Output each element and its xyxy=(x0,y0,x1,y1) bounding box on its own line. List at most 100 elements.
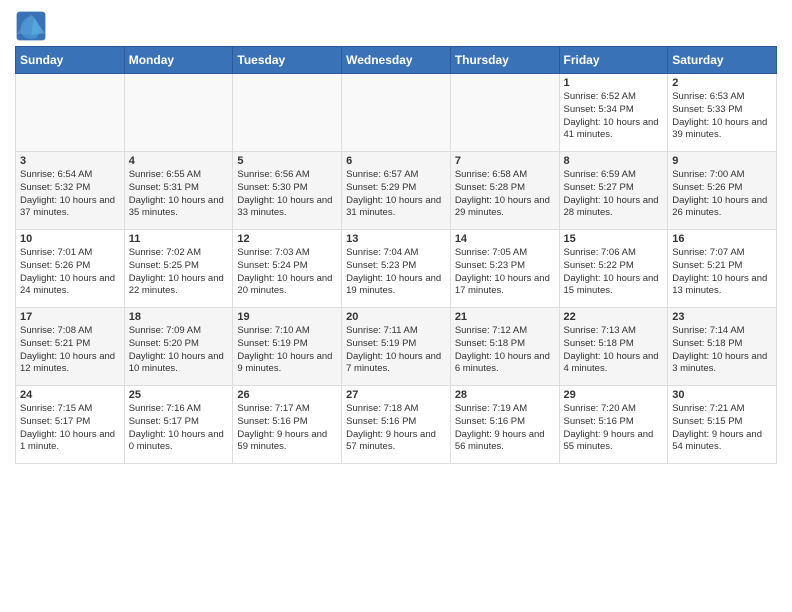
calendar-cell: 26 Sunrise: 7:17 AMSunset: 5:16 PMDayligh… xyxy=(233,386,342,464)
header-cell-sunday: Sunday xyxy=(16,47,125,74)
day-number: 8 xyxy=(564,155,664,167)
calendar-body: 1 Sunrise: 6:52 AMSunset: 5:34 PMDaylight… xyxy=(16,74,777,464)
day-number: 19 xyxy=(237,311,337,323)
day-info: Sunrise: 7:09 AMSunset: 5:20 PMDaylight:… xyxy=(129,325,224,374)
week-row-1: 1 Sunrise: 6:52 AMSunset: 5:34 PMDaylight… xyxy=(16,74,777,152)
calendar-cell: 29 Sunrise: 7:20 AMSunset: 5:16 PMDayligh… xyxy=(559,386,668,464)
logo-icon xyxy=(15,10,47,42)
day-info: Sunrise: 7:18 AMSunset: 5:16 PMDaylight:… xyxy=(346,403,436,452)
day-number: 17 xyxy=(20,311,120,323)
calendar-cell: 28 Sunrise: 7:19 AMSunset: 5:16 PMDayligh… xyxy=(450,386,559,464)
day-info: Sunrise: 7:06 AMSunset: 5:22 PMDaylight:… xyxy=(564,247,659,296)
calendar-cell: 9Sunrise: 7:00 AMSunset: 5:26 PMDaylight… xyxy=(668,152,777,230)
header-cell-tuesday: Tuesday xyxy=(233,47,342,74)
calendar-cell: 6 Sunrise: 6:57 AMSunset: 5:29 PMDaylight… xyxy=(342,152,451,230)
calendar-cell: 18 Sunrise: 7:09 AMSunset: 5:20 PMDayligh… xyxy=(124,308,233,386)
day-info: Sunrise: 6:52 AMSunset: 5:34 PMDaylight:… xyxy=(564,91,659,140)
day-number: 13 xyxy=(346,233,446,245)
calendar-cell: 5Sunrise: 6:56 AMSunset: 5:30 PMDaylight… xyxy=(233,152,342,230)
day-info: Sunrise: 7:20 AMSunset: 5:16 PMDaylight:… xyxy=(564,403,654,452)
day-info: Sunrise: 7:14 AMSunset: 5:18 PMDaylight:… xyxy=(672,325,767,374)
calendar-cell xyxy=(16,74,125,152)
day-info: Sunrise: 7:11 AMSunset: 5:19 PMDaylight:… xyxy=(346,325,441,374)
day-number: 3 xyxy=(20,155,120,167)
day-info: Sunrise: 7:15 AMSunset: 5:17 PMDaylight:… xyxy=(20,403,115,452)
day-number: 12 xyxy=(237,233,337,245)
day-number: 21 xyxy=(455,311,555,323)
day-info: Sunrise: 7:08 AMSunset: 5:21 PMDaylight:… xyxy=(20,325,115,374)
day-number: 26 xyxy=(237,389,337,401)
day-info: Sunrise: 6:58 AMSunset: 5:28 PMDaylight:… xyxy=(455,169,550,218)
week-row-2: 3 Sunrise: 6:54 AMSunset: 5:32 PMDaylight… xyxy=(16,152,777,230)
day-number: 28 xyxy=(455,389,555,401)
calendar-cell: 10Sunrise: 7:01 AMSunset: 5:26 PMDayligh… xyxy=(16,230,125,308)
header-cell-thursday: Thursday xyxy=(450,47,559,74)
calendar-cell: 4 Sunrise: 6:55 AMSunset: 5:31 PMDaylight… xyxy=(124,152,233,230)
day-info: Sunrise: 6:54 AMSunset: 5:32 PMDaylight:… xyxy=(20,169,115,218)
day-number: 29 xyxy=(564,389,664,401)
calendar-cell: 14 Sunrise: 7:05 AMSunset: 5:23 PMDayligh… xyxy=(450,230,559,308)
day-info: Sunrise: 7:21 AMSunset: 5:15 PMDaylight:… xyxy=(672,403,762,452)
day-number: 7 xyxy=(455,155,555,167)
day-info: Sunrise: 7:17 AMSunset: 5:16 PMDaylight:… xyxy=(237,403,327,452)
day-info: Sunrise: 7:07 AMSunset: 5:21 PMDaylight:… xyxy=(672,247,767,296)
week-row-4: 17 Sunrise: 7:08 AMSunset: 5:21 PMDayligh… xyxy=(16,308,777,386)
calendar-cell xyxy=(450,74,559,152)
day-number: 23 xyxy=(672,311,772,323)
day-info: Sunrise: 7:01 AMSunset: 5:26 PMDaylight:… xyxy=(20,247,115,296)
day-number: 9 xyxy=(672,155,772,167)
day-number: 18 xyxy=(129,311,229,323)
calendar-cell: 24 Sunrise: 7:15 AMSunset: 5:17 PMDayligh… xyxy=(16,386,125,464)
day-number: 14 xyxy=(455,233,555,245)
calendar-cell: 21 Sunrise: 7:12 AMSunset: 5:18 PMDayligh… xyxy=(450,308,559,386)
day-number: 20 xyxy=(346,311,446,323)
day-info: Sunrise: 6:53 AMSunset: 5:33 PMDaylight:… xyxy=(672,91,767,140)
day-number: 30 xyxy=(672,389,772,401)
day-number: 24 xyxy=(20,389,120,401)
calendar-cell: 11 Sunrise: 7:02 AMSunset: 5:25 PMDayligh… xyxy=(124,230,233,308)
day-number: 6 xyxy=(346,155,446,167)
calendar-cell xyxy=(233,74,342,152)
calendar-cell: 17 Sunrise: 7:08 AMSunset: 5:21 PMDayligh… xyxy=(16,308,125,386)
header-cell-saturday: Saturday xyxy=(668,47,777,74)
day-number: 1 xyxy=(564,77,664,89)
day-number: 11 xyxy=(129,233,229,245)
day-info: Sunrise: 6:55 AMSunset: 5:31 PMDaylight:… xyxy=(129,169,224,218)
day-number: 25 xyxy=(129,389,229,401)
day-number: 22 xyxy=(564,311,664,323)
day-info: Sunrise: 7:16 AMSunset: 5:17 PMDaylight:… xyxy=(129,403,224,452)
day-info: Sunrise: 7:12 AMSunset: 5:18 PMDaylight:… xyxy=(455,325,550,374)
header-cell-friday: Friday xyxy=(559,47,668,74)
week-row-5: 24 Sunrise: 7:15 AMSunset: 5:17 PMDayligh… xyxy=(16,386,777,464)
day-info: Sunrise: 7:04 AMSunset: 5:23 PMDaylight:… xyxy=(346,247,441,296)
week-row-3: 10Sunrise: 7:01 AMSunset: 5:26 PMDayligh… xyxy=(16,230,777,308)
calendar-cell xyxy=(342,74,451,152)
calendar-cell: 3 Sunrise: 6:54 AMSunset: 5:32 PMDaylight… xyxy=(16,152,125,230)
calendar-cell: 1 Sunrise: 6:52 AMSunset: 5:34 PMDaylight… xyxy=(559,74,668,152)
day-number: 4 xyxy=(129,155,229,167)
day-info: Sunrise: 7:10 AMSunset: 5:19 PMDaylight:… xyxy=(237,325,332,374)
calendar-cell: 23 Sunrise: 7:14 AMSunset: 5:18 PMDayligh… xyxy=(668,308,777,386)
day-info: Sunrise: 6:57 AMSunset: 5:29 PMDaylight:… xyxy=(346,169,441,218)
header xyxy=(15,10,777,42)
calendar-cell: 27Sunrise: 7:18 AMSunset: 5:16 PMDayligh… xyxy=(342,386,451,464)
day-info: Sunrise: 7:02 AMSunset: 5:25 PMDaylight:… xyxy=(129,247,224,296)
calendar-header: SundayMondayTuesdayWednesdayThursdayFrid… xyxy=(16,47,777,74)
day-info: Sunrise: 7:05 AMSunset: 5:23 PMDaylight:… xyxy=(455,247,550,296)
calendar-cell: 20 Sunrise: 7:11 AMSunset: 5:19 PMDayligh… xyxy=(342,308,451,386)
calendar-cell: 13 Sunrise: 7:04 AMSunset: 5:23 PMDayligh… xyxy=(342,230,451,308)
header-row: SundayMondayTuesdayWednesdayThursdayFrid… xyxy=(16,47,777,74)
calendar-cell: 19 Sunrise: 7:10 AMSunset: 5:19 PMDayligh… xyxy=(233,308,342,386)
day-number: 2 xyxy=(672,77,772,89)
calendar-cell: 25 Sunrise: 7:16 AMSunset: 5:17 PMDayligh… xyxy=(124,386,233,464)
day-info: Sunrise: 6:56 AMSunset: 5:30 PMDaylight:… xyxy=(237,169,332,218)
day-number: 15 xyxy=(564,233,664,245)
calendar-cell: 22 Sunrise: 7:13 AMSunset: 5:18 PMDayligh… xyxy=(559,308,668,386)
day-number: 16 xyxy=(672,233,772,245)
calendar-cell: 2 Sunrise: 6:53 AMSunset: 5:33 PMDaylight… xyxy=(668,74,777,152)
logo xyxy=(15,10,51,42)
day-info: Sunrise: 7:03 AMSunset: 5:24 PMDaylight:… xyxy=(237,247,332,296)
day-info: Sunrise: 7:19 AMSunset: 5:16 PMDaylight:… xyxy=(455,403,545,452)
day-info: Sunrise: 7:13 AMSunset: 5:18 PMDaylight:… xyxy=(564,325,659,374)
calendar-cell: 7 Sunrise: 6:58 AMSunset: 5:28 PMDaylight… xyxy=(450,152,559,230)
